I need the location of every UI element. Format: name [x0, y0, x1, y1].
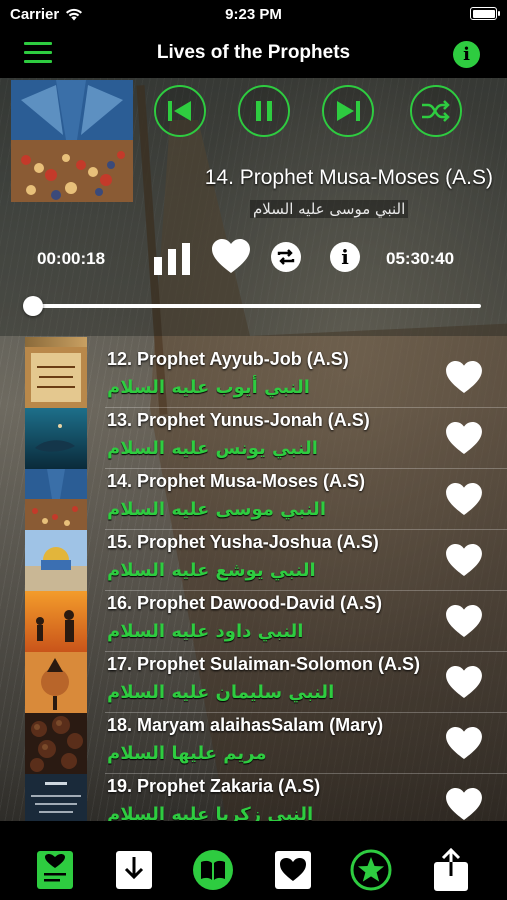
star-tab-icon: [350, 849, 392, 891]
now-playing-arabic-title: النبي موسى عليه السلام: [250, 200, 409, 218]
tab-downloads[interactable]: [114, 849, 154, 891]
track-arabic-title: النبي داود عليه السلام: [107, 621, 304, 642]
track-row[interactable]: 12. Prophet Ayyub-Job (A.S) النبي أيوب ع…: [0, 347, 507, 408]
tab-books[interactable]: [193, 849, 233, 891]
total-duration: 05:30:40: [386, 249, 455, 268]
track-title: 12. Prophet Ayyub-Job (A.S): [107, 349, 349, 369]
repeat-icon[interactable]: [271, 242, 301, 272]
tab-share[interactable]: [431, 848, 471, 891]
battery-icon: [470, 7, 500, 20]
book-tab-icon: [193, 850, 233, 890]
album-artwork: [11, 80, 133, 202]
status-bar: Carrier 9:23 PM: [0, 0, 507, 30]
tab-bar: [0, 821, 507, 900]
pause-button[interactable]: [238, 85, 290, 137]
previous-button[interactable]: [154, 85, 206, 137]
track-thumbnail: [25, 774, 87, 821]
track-arabic-title: النبي سليمان عليه السلام: [107, 682, 335, 703]
favorite-heart-icon[interactable]: [445, 604, 483, 643]
favorite-heart-icon[interactable]: [445, 421, 483, 460]
track-list: 12. Prophet Ayyub-Job (A.S) النبي أيوب ع…: [0, 337, 507, 821]
track-arabic-title: النبي موسى عليه السلام: [107, 499, 326, 520]
next-icon: [337, 101, 360, 121]
favorite-heart-icon[interactable]: [445, 665, 483, 704]
favorite-heart-icon[interactable]: [445, 726, 483, 765]
equalizer-icon: [154, 243, 192, 275]
track-title: 13. Prophet Yunus-Jonah (A.S): [107, 410, 370, 430]
pause-icon: [256, 101, 272, 121]
track-arabic-title: النبي يونس عليه السلام: [107, 438, 318, 459]
download-tab-icon: [116, 851, 152, 889]
favorite-heart-icon[interactable]: [211, 238, 251, 279]
track-row[interactable]: 15. Prophet Yusha-Joshua (A.S) النبي يوش…: [0, 530, 507, 591]
track-info-icon[interactable]: i: [330, 242, 360, 272]
track-arabic-title: النبي يوشع عليه السلام: [107, 560, 316, 581]
track-thumbnail: [25, 713, 87, 774]
clock: 9:23 PM: [225, 6, 282, 23]
track-thumbnail: [25, 591, 87, 652]
favorites-tab-icon: [275, 851, 311, 889]
track-title: 15. Prophet Yusha-Joshua (A.S): [107, 532, 379, 552]
share-tab-icon: [434, 848, 468, 891]
track-thumbnail: [25, 530, 87, 591]
track-row[interactable]: 14. Prophet Musa-Moses (A.S) النبي موسى …: [0, 469, 507, 530]
shuffle-button[interactable]: [410, 85, 462, 137]
track-title: 19. Prophet Zakaria (A.S): [107, 776, 321, 796]
navigation-bar: Lives of the Prophets i: [0, 30, 507, 78]
favorite-heart-icon[interactable]: [445, 360, 483, 399]
now-playing-title: 14. Prophet Musa-Moses (A.S): [204, 166, 493, 189]
playlist-tab-icon: [37, 851, 73, 889]
now-playing-panel: 14. Prophet Musa-Moses (A.S) النبي موسى …: [0, 78, 507, 336]
tab-playlist[interactable]: [35, 849, 75, 891]
track-thumbnail: [25, 469, 87, 530]
progress-slider[interactable]: [23, 296, 481, 316]
track-row[interactable]: 16. Prophet Dawood-David (A.S) النبي داو…: [0, 591, 507, 652]
favorite-heart-icon[interactable]: [445, 482, 483, 521]
previous-icon: [168, 101, 191, 121]
favorite-heart-icon[interactable]: [445, 787, 483, 821]
track-thumbnail: [25, 652, 87, 713]
track-thumbnail: [25, 408, 87, 469]
track-row[interactable]: 13. Prophet Yunus-Jonah (A.S) النبي يونس…: [0, 408, 507, 469]
track-title: 14. Prophet Musa-Moses (A.S): [107, 471, 366, 491]
favorite-heart-icon[interactable]: [445, 543, 483, 582]
elapsed-time: 00:00:18: [37, 249, 106, 268]
track-arabic-title: النبي أيوب عليه السلام: [107, 377, 310, 398]
track-arabic-title: النبي زكريا عليه السلام: [107, 804, 314, 821]
tab-rate[interactable]: [350, 849, 392, 891]
track-arabic-title: مريم عليها السلام: [107, 743, 267, 764]
track-title: 17. Prophet Sulaiman-Solomon (A.S): [107, 654, 421, 674]
track-row[interactable]: 18. Maryam alaihasSalam (Mary) مريم عليه…: [0, 713, 507, 774]
track-title: 18. Maryam alaihasSalam (Mary): [107, 715, 384, 735]
track-title: 16. Prophet Dawood-David (A.S): [107, 593, 383, 613]
track-thumbnail: [25, 337, 87, 347]
track-row[interactable]: 19. Prophet Zakaria (A.S) النبي زكريا عل…: [0, 774, 507, 821]
page-title: Lives of the Prophets: [156, 42, 351, 63]
shuffle-icon: [422, 100, 450, 122]
info-icon[interactable]: i: [453, 41, 480, 68]
track-thumbnail: [25, 347, 87, 408]
progress-slider-thumb[interactable]: [23, 296, 44, 316]
tab-favorites[interactable]: [273, 849, 313, 891]
next-button[interactable]: [322, 85, 374, 137]
track-row[interactable]: 17. Prophet Sulaiman-Solomon (A.S) النبي…: [0, 652, 507, 713]
